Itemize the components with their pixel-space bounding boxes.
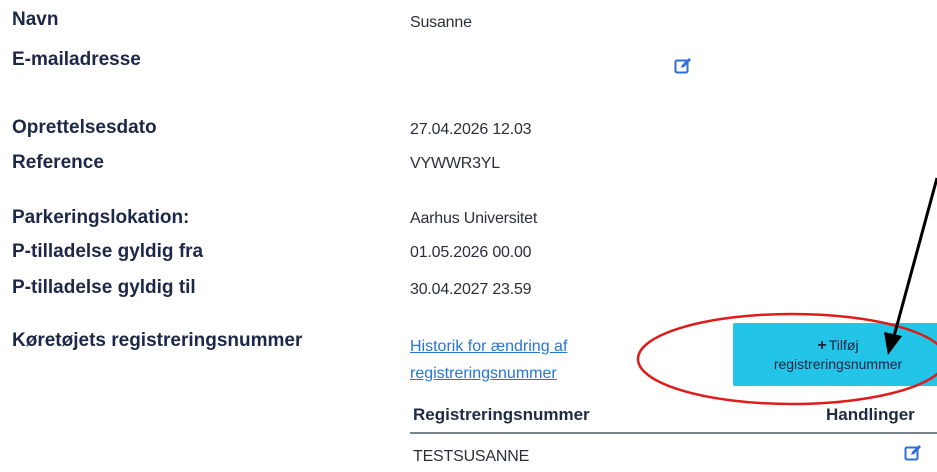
edit-icon[interactable] bbox=[904, 444, 922, 462]
plus-icon: + bbox=[817, 337, 827, 354]
valid-from-label: P-tilladelse gyldig fra bbox=[12, 241, 204, 262]
reference-label: Reference bbox=[12, 152, 104, 173]
edit-icon[interactable] bbox=[674, 57, 692, 75]
add-plate-button-label-1: Tilføj bbox=[828, 337, 859, 353]
column-header-actions: Handlinger bbox=[826, 405, 915, 424]
location-label: Parkeringslokation: bbox=[12, 207, 190, 228]
created-label: Oprettelsesdato bbox=[12, 117, 157, 138]
valid-to-value: 30.04.2027 23.59 bbox=[410, 281, 532, 298]
add-plate-button[interactable]: + Tilføj registreringsnummer bbox=[733, 323, 937, 386]
valid-from-value: 01.05.2026 00.00 bbox=[410, 244, 532, 261]
location-value: Aarhus Universitet bbox=[410, 210, 538, 227]
history-link[interactable]: Historik for ændring af registreringsnum… bbox=[410, 333, 620, 387]
pointer-arrow-shaft bbox=[891, 177, 937, 341]
name-value: Susanne bbox=[410, 14, 472, 31]
plate-cell: TESTSUSANNE bbox=[413, 448, 530, 465]
add-plate-button-line1: + Tilføj bbox=[817, 336, 858, 355]
name-label: Navn bbox=[12, 9, 59, 30]
history-link-line1[interactable]: Historik for ændring af bbox=[410, 333, 620, 360]
valid-to-label: P-tilladelse gyldig til bbox=[12, 277, 196, 298]
column-header-plate: Registreringsnummer bbox=[413, 405, 590, 424]
reference-value: VYWWR3YL bbox=[410, 155, 500, 172]
created-value: 27.04.2026 12.03 bbox=[410, 121, 532, 138]
table-header-divider bbox=[410, 432, 937, 434]
add-plate-button-label-2: registreringsnummer bbox=[773, 356, 903, 372]
history-link-line2[interactable]: registreringsnummer bbox=[410, 360, 620, 387]
plate-label: Køretøjets registreringsnummer bbox=[12, 330, 303, 351]
email-label: E-mailadresse bbox=[12, 49, 141, 70]
